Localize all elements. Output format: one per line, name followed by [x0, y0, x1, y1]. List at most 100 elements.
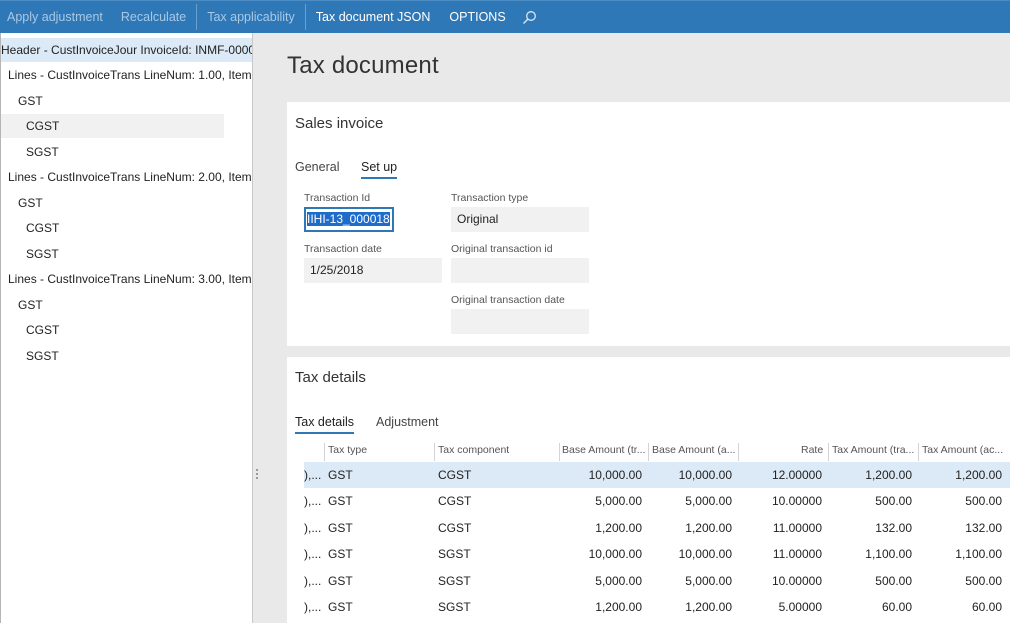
- tree-node-gst[interactable]: GST: [1, 293, 224, 317]
- cell-rate: 10.00000: [771, 494, 822, 509]
- tree-node-line-3[interactable]: Lines - CustInvoiceTrans LineNum: 3.00, …: [1, 267, 252, 291]
- cell-rate: 11.00000: [772, 520, 822, 535]
- cell-tax-amount-tr: 1,100.00: [865, 547, 912, 562]
- cell-tax-amount-tr: 500.00: [875, 494, 912, 509]
- tree-node-sgst[interactable]: SGST: [1, 140, 224, 164]
- cell-tax-amount-ac: 1,100.00: [955, 547, 1002, 562]
- cell-base-amount-ac: 10,000.00: [678, 468, 732, 482]
- cell-tax-type: GST: [328, 520, 353, 535]
- section-title: Sales invoice: [295, 115, 384, 132]
- tax-document-json-button[interactable]: Tax document JSON: [307, 1, 440, 34]
- splitter-grip-dot: [256, 477, 258, 479]
- cell-tax-amount-tr: 132.00: [875, 520, 912, 535]
- tax-applicability-button[interactable]: Tax applicability: [198, 1, 304, 34]
- transaction-id-field[interactable]: IIHI-13_000018: [304, 207, 394, 232]
- tab-general[interactable]: General: [295, 160, 339, 177]
- column-header-base-amount-tr[interactable]: Base Amount (tr...: [562, 444, 645, 456]
- original-transaction-date-label: Original transaction date: [451, 294, 565, 306]
- grid-header: Tax type Tax component Base Amount (tr..…: [304, 439, 1010, 461]
- cell-tax-component: SGST: [438, 547, 471, 562]
- cell-truncated: ),...: [304, 547, 322, 562]
- tree-node-gst[interactable]: GST: [1, 191, 224, 215]
- cell-tax-amount-ac: 1,200.00: [955, 468, 1002, 482]
- cell-truncated: ),...: [304, 520, 322, 535]
- cell-tax-component: CGST: [438, 520, 472, 535]
- transaction-id-value: IIHI-13_000018: [307, 212, 390, 226]
- cell-tax-amount-tr: 500.00: [875, 573, 912, 588]
- table-row[interactable]: ),... GST CGST 1,200.00 1,200.00 11.0000…: [304, 515, 1010, 541]
- table-row[interactable]: ),... GST SGST 10,000.00 10,000.00 11.00…: [304, 541, 1010, 567]
- column-separator: [918, 443, 919, 461]
- tree-node-sgst[interactable]: SGST: [1, 242, 224, 266]
- tab-tax-details[interactable]: Tax details: [295, 415, 355, 434]
- original-transaction-date-field[interactable]: [451, 309, 589, 334]
- apply-adjustment-button[interactable]: Apply adjustment: [0, 1, 112, 34]
- cell-rate: 5.00000: [778, 600, 822, 614]
- transaction-date-field[interactable]: 1/25/2018: [304, 258, 442, 283]
- cell-base-amount-tr: 10,000.00: [588, 547, 642, 562]
- column-header-tax-amount-tr[interactable]: Tax Amount (tra...: [832, 444, 914, 456]
- cell-tax-component: SGST: [438, 600, 471, 614]
- table-row[interactable]: ),... GST SGST 1,200.00 1,200.00 5.00000…: [304, 594, 1010, 620]
- toolbar-separator: [304, 4, 306, 30]
- table-row[interactable]: ),... GST CGST 5,000.00 5,000.00 10.0000…: [304, 488, 1010, 514]
- page-title: Tax document: [287, 52, 439, 79]
- column-separator: [828, 443, 829, 461]
- cell-base-amount-tr: 5,000.00: [595, 573, 642, 588]
- original-transaction-id-field[interactable]: [451, 258, 589, 283]
- column-separator: [324, 443, 325, 461]
- cell-base-amount-ac: 5,000.00: [685, 494, 732, 509]
- table-row[interactable]: ),... GST SGST 5,000.00 5,000.00 10.0000…: [304, 568, 1010, 594]
- cell-tax-type: GST: [328, 468, 353, 482]
- cell-base-amount-ac: 1,200.00: [685, 600, 732, 614]
- cell-tax-amount-ac: 60.00: [971, 600, 1002, 614]
- cell-base-amount-ac: 1,200.00: [685, 520, 732, 535]
- cell-base-amount-tr: 10,000.00: [588, 468, 642, 482]
- tab-set-up[interactable]: Set up: [361, 160, 398, 179]
- cell-tax-amount-ac: 500.00: [965, 494, 1002, 509]
- column-header-tax-amount-ac[interactable]: Tax Amount (ac...: [922, 444, 1003, 456]
- toolbar-separator: [196, 4, 198, 30]
- column-header-base-amount-ac[interactable]: Base Amount (a...: [652, 444, 735, 456]
- tree-node-header[interactable]: Header - CustInvoiceJour InvoiceId: INMF…: [1, 38, 252, 62]
- tree-node-cgst[interactable]: CGST: [1, 318, 224, 342]
- tree-node-line-2[interactable]: Lines - CustInvoiceTrans LineNum: 2.00, …: [1, 165, 252, 189]
- tree-node-cgst[interactable]: CGST: [1, 114, 224, 138]
- splitter-grip-dot: [256, 473, 258, 475]
- options-button[interactable]: OPTIONS: [439, 1, 514, 34]
- tree-node-line-1[interactable]: Lines - CustInvoiceTrans LineNum: 1.00, …: [1, 63, 252, 87]
- column-header-tax-type[interactable]: Tax type: [328, 444, 367, 456]
- tree-node-cgst[interactable]: CGST: [1, 216, 224, 240]
- column-header-rate[interactable]: Rate: [801, 444, 823, 456]
- tree-node-sgst[interactable]: SGST: [1, 344, 224, 368]
- original-transaction-id-label: Original transaction id: [451, 243, 553, 255]
- pane-splitter[interactable]: [253, 33, 261, 623]
- cell-tax-type: GST: [328, 494, 353, 509]
- cell-tax-amount-tr: 1,200.00: [865, 468, 912, 482]
- column-separator: [559, 443, 560, 461]
- search-icon: [523, 10, 537, 24]
- cell-base-amount-tr: 5,000.00: [595, 494, 642, 509]
- cell-tax-component: SGST: [438, 573, 471, 588]
- column-separator: [648, 443, 649, 461]
- cell-tax-amount-tr: 60.00: [881, 600, 912, 614]
- cell-base-amount-tr: 1,200.00: [595, 520, 642, 535]
- cell-base-amount-ac: 5,000.00: [685, 573, 732, 588]
- search-button[interactable]: [515, 1, 545, 34]
- cell-tax-type: GST: [328, 547, 353, 562]
- column-separator: [738, 443, 739, 461]
- cell-tax-type: GST: [328, 600, 353, 614]
- cell-truncated: ),...: [304, 468, 322, 482]
- tab-adjustment[interactable]: Adjustment: [376, 415, 439, 432]
- column-header-tax-component[interactable]: Tax component: [438, 444, 509, 456]
- transaction-type-field[interactable]: Original: [451, 207, 589, 232]
- table-row[interactable]: ),... GST CGST 10,000.00 10,000.00 12.00…: [304, 462, 1010, 488]
- tree-node-gst[interactable]: GST: [1, 89, 224, 113]
- tax-document-tree: Header - CustInvoiceJour InvoiceId: INMF…: [0, 33, 253, 623]
- cell-rate: 11.00000: [772, 547, 822, 562]
- transaction-date-label: Transaction date: [304, 243, 382, 255]
- cell-tax-component: CGST: [438, 494, 472, 509]
- cell-tax-type: GST: [328, 573, 353, 588]
- cell-truncated: ),...: [304, 573, 322, 588]
- recalculate-button[interactable]: Recalculate: [112, 1, 195, 34]
